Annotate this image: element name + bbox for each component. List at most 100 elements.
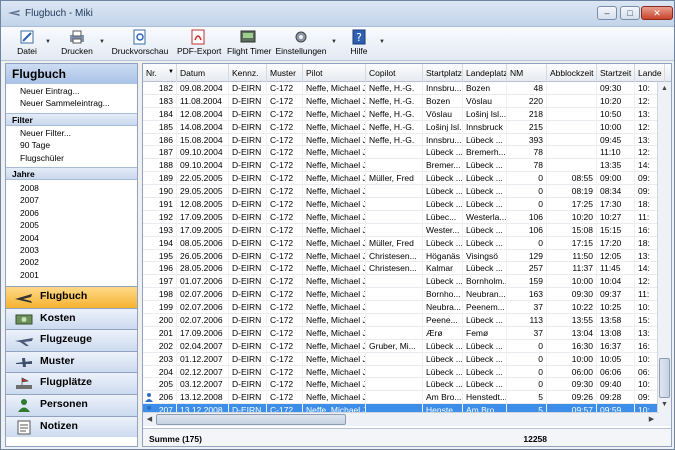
nav-types[interactable]: Muster	[6, 350, 137, 373]
column-header-registration[interactable]: Kennz.	[229, 64, 267, 82]
cell-arrival: Lübeck ...	[463, 133, 507, 147]
scroll-right-icon[interactable]: ▶	[645, 413, 658, 426]
table-row[interactable]: 190 29.05.2005 D-EIRN C-172 Neffe, Michael J…	[143, 185, 665, 199]
nav-costs[interactable]: Kosten	[6, 307, 137, 330]
vertical-scrollbar[interactable]: ▲ ▼	[657, 82, 671, 426]
horizontal-scrollbar[interactable]: ◀ ▶	[143, 412, 659, 426]
nav-aircraft[interactable]: Flugzeuge	[6, 329, 137, 351]
table-row[interactable]: 204 02.12.2007 D-EIRN C-172 Neffe, Michael J…	[143, 365, 665, 379]
cell-takeoff-time: 09:37	[597, 288, 635, 302]
year-item[interactable]: 2005	[6, 219, 137, 231]
toolbar-flight-timer-button[interactable]: Flight Timer	[227, 28, 271, 60]
table-row[interactable]: 192 17.09.2005 D-EIRN C-172 Neffe, Michael J…	[143, 210, 665, 224]
sidebar-action-new-batch-entry[interactable]: Neuer Sammeleintrag...	[6, 97, 137, 109]
column-header-pilot[interactable]: Pilot	[303, 64, 366, 82]
year-item[interactable]: 2007	[6, 194, 137, 206]
table-row[interactable]: 202 02.04.2007 D-EIRN C-172 Neffe, Michael J…	[143, 339, 665, 353]
cell-block-off-time	[547, 146, 597, 160]
cell-arrival: Visingsö	[463, 249, 507, 263]
table-row[interactable]: 196 28.05.2006 D-EIRN C-172 Neffe, Michael J…	[143, 262, 665, 276]
vertical-scroll-thumb[interactable]	[659, 358, 670, 398]
toolbar-print-preview-button[interactable]: Druckvorschau	[111, 28, 169, 60]
year-item[interactable]: 2001	[6, 269, 137, 281]
cell-nr: 206	[143, 391, 177, 405]
toolbar-print-button[interactable]: Drucken	[59, 28, 95, 60]
cell-nm: 48	[507, 82, 547, 95]
table-row[interactable]: 185 14.08.2004 D-EIRN C-172 Neffe, Michael J…	[143, 120, 665, 134]
table-row[interactable]: 206 13.12.2008 D-EIRN C-172 Neffe, Michael J…	[143, 391, 665, 405]
cell-type: C-172	[267, 365, 303, 379]
column-header-copilot[interactable]: Copilot	[366, 64, 423, 82]
filter-item-students[interactable]: Flugschüler	[6, 152, 137, 164]
table-row[interactable]: 200 02.07.2006 D-EIRN C-172 Neffe, Michael J…	[143, 314, 665, 327]
horizontal-scroll-thumb[interactable]	[156, 414, 346, 425]
cell-copilot: Neffe, H.-G.	[366, 107, 423, 121]
filter-item-90-days[interactable]: 90 Tage	[6, 139, 137, 151]
column-header-landing-time[interactable]: Lande	[635, 64, 665, 82]
cell-type: C-172	[267, 314, 303, 327]
file-dropdown-caret-icon[interactable]: ▼	[45, 39, 51, 45]
year-item[interactable]: 2008	[6, 182, 137, 194]
grid-rows: 182 09.08.2004 D-EIRN C-172 Neffe, Michael J…	[143, 82, 665, 418]
year-item[interactable]: 2003	[6, 244, 137, 256]
title-bar[interactable]: Flugbuch - Miki – □ ✕	[1, 1, 674, 27]
table-row[interactable]: 195 26.05.2006 D-EIRN C-172 Neffe, Michael J…	[143, 249, 665, 263]
toolbar-pdf-export-button[interactable]: PDF-Export	[177, 28, 221, 60]
grid-footer: Summe (175) 12258	[143, 428, 671, 446]
table-row[interactable]: 197 01.07.2006 D-EIRN C-172 Neffe, Michael J…	[143, 275, 665, 289]
column-header-takeoff-time[interactable]: Startzeit	[597, 64, 635, 82]
cell-pilot: Neffe, Michael J.	[303, 159, 366, 173]
nav-airfields[interactable]: Flugplätze	[6, 372, 137, 394]
print-dropdown-caret-icon[interactable]: ▼	[99, 39, 105, 45]
cell-date: 02.07.2006	[177, 288, 229, 302]
column-header-type[interactable]: Muster	[267, 64, 303, 82]
table-row[interactable]: 194 08.05.2006 D-EIRN C-172 Neffe, Michael J…	[143, 236, 665, 250]
sidebar-action-new-entry[interactable]: Neuer Eintrag...	[6, 85, 137, 97]
table-row[interactable]: 182 09.08.2004 D-EIRN C-172 Neffe, Michael J…	[143, 82, 665, 95]
table-row[interactable]: 193 17.09.2005 D-EIRN C-172 Neffe, Michael J…	[143, 223, 665, 237]
toolbar-settings-button[interactable]: Einstellungen	[275, 28, 327, 60]
cell-block-off-time: 09:26	[547, 391, 597, 405]
year-item[interactable]: 2006	[6, 207, 137, 219]
minimize-button[interactable]: –	[597, 6, 617, 20]
table-row[interactable]: 187 09.10.2004 D-EIRN C-172 Neffe, Michael J…	[143, 146, 665, 160]
table-row[interactable]: 198 02.07.2006 D-EIRN C-172 Neffe, Michael J…	[143, 288, 665, 302]
cell-copilot	[366, 146, 423, 160]
nav-notes[interactable]: Notizen	[6, 415, 137, 438]
scroll-down-icon[interactable]: ▼	[658, 398, 671, 411]
toolbar-file-button[interactable]: Datei	[13, 28, 41, 60]
footer-nm-total: 12258	[523, 434, 547, 444]
table-row[interactable]: 188 09.10.2004 D-EIRN C-172 Neffe, Michael J…	[143, 159, 665, 173]
cell-type: C-172	[267, 326, 303, 340]
cell-pilot: Neffe, Michael J.	[303, 185, 366, 199]
cell-type: C-172	[267, 120, 303, 134]
year-item[interactable]: 2004	[6, 232, 137, 244]
table-row[interactable]: 205 03.12.2007 D-EIRN C-172 Neffe, Michael J…	[143, 378, 665, 392]
scroll-left-icon[interactable]: ◀	[143, 413, 156, 426]
cell-nr: 189	[143, 172, 177, 186]
help-dropdown-caret-icon[interactable]: ▼	[379, 39, 385, 45]
table-row[interactable]: 186 15.08.2004 D-EIRN C-172 Neffe, Michael J…	[143, 133, 665, 147]
filter-item-new-filter[interactable]: Neuer Filter...	[6, 127, 137, 139]
table-row[interactable]: 183 11.08.2004 D-EIRN C-172 Neffe, Michael J…	[143, 94, 665, 108]
nav-persons[interactable]: Personen	[6, 393, 137, 416]
column-header-date[interactable]: Datum	[177, 64, 229, 82]
table-row[interactable]: 201 17.09.2006 D-EIRN C-172 Neffe, Michael J…	[143, 326, 665, 340]
toolbar-help-button[interactable]: ? Hilfe	[347, 28, 371, 60]
nav-logbook[interactable]: Flugbuch	[6, 285, 137, 308]
grid-header: Nr. Datum Kennz. Muster Pilot Copilot Startpla…	[143, 64, 671, 82]
table-row[interactable]: 203 01.12.2007 D-EIRN C-172 Neffe, Michael J…	[143, 352, 665, 366]
settings-dropdown-caret-icon[interactable]: ▼	[331, 39, 337, 45]
column-header-arrival[interactable]: Landeplatz	[463, 64, 507, 82]
table-row[interactable]: 199 02.07.2006 D-EIRN C-172 Neffe, Michael J…	[143, 301, 665, 315]
column-header-block-off-time[interactable]: Abblockzeit	[547, 64, 597, 82]
table-row[interactable]: 184 12.08.2004 D-EIRN C-172 Neffe, Michael J…	[143, 107, 665, 121]
table-row[interactable]: 189 22.05.2005 D-EIRN C-172 Neffe, Michael J…	[143, 172, 665, 186]
maximize-button[interactable]: □	[620, 6, 640, 20]
scroll-up-icon[interactable]: ▲	[658, 82, 671, 95]
column-header-departure[interactable]: Startplatz	[423, 64, 463, 82]
column-header-nm[interactable]: NM	[507, 64, 547, 82]
year-item[interactable]: 2002	[6, 256, 137, 268]
close-button[interactable]: ✕	[641, 6, 673, 20]
table-row[interactable]: 191 12.08.2005 D-EIRN C-172 Neffe, Michael J…	[143, 198, 665, 211]
